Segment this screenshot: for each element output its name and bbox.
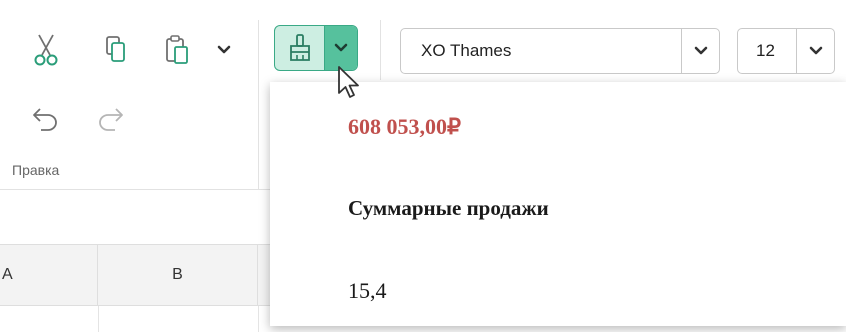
copy-icon xyxy=(106,36,125,62)
paste-options-button[interactable] xyxy=(212,38,236,62)
font-family-value: XO Thames xyxy=(421,41,512,60)
redo-button[interactable] xyxy=(90,98,130,138)
column-header-row: A B xyxy=(0,244,270,306)
cell-gridline xyxy=(98,306,99,332)
column-header-label: A xyxy=(2,266,13,283)
format-painter-dropdown-button[interactable] xyxy=(325,26,357,70)
clipboard-icon xyxy=(166,35,188,64)
undo-icon xyxy=(33,108,57,131)
chevron-down-icon xyxy=(334,43,348,52)
column-header-label: B xyxy=(172,266,183,283)
font-family-select[interactable]: XO Thames xyxy=(400,28,720,74)
copy-button[interactable] xyxy=(96,30,136,70)
column-header-a[interactable]: A xyxy=(0,245,98,305)
chevron-down-icon xyxy=(694,46,707,55)
edit-group: Правка xyxy=(0,0,258,190)
chevron-down-icon xyxy=(217,45,231,54)
toolbar-divider xyxy=(258,20,259,190)
toolbar-bottom-border xyxy=(0,189,270,190)
dropdown-item-currency-style[interactable]: 608 053,00₽ xyxy=(348,114,461,140)
redo-icon xyxy=(99,108,123,131)
paste-button[interactable] xyxy=(158,30,198,70)
scissors-icon xyxy=(34,34,58,66)
column-header-b[interactable]: B xyxy=(98,245,258,305)
font-size-dropdown-button[interactable] xyxy=(796,29,834,73)
paintbrush-icon xyxy=(289,34,310,61)
chevron-down-icon xyxy=(809,46,822,55)
dropdown-item-bold-style[interactable]: Суммарные продажи xyxy=(348,196,549,221)
toolbar-divider xyxy=(380,20,381,80)
edit-group-label: Правка xyxy=(12,162,60,178)
font-size-select[interactable]: 12 xyxy=(737,28,835,74)
format-painter-dropdown: 608 053,00₽ Суммарные продажи 15,4 xyxy=(270,82,846,326)
dropdown-item-regular-style[interactable]: 15,4 xyxy=(348,278,387,304)
font-family-dropdown-button[interactable] xyxy=(681,29,719,73)
undo-button[interactable] xyxy=(26,98,66,138)
cut-button[interactable] xyxy=(26,30,66,70)
font-size-value: 12 xyxy=(756,41,775,60)
mouse-cursor-icon xyxy=(338,66,359,98)
cell-gridline xyxy=(258,306,259,332)
format-painter-button[interactable] xyxy=(275,26,325,70)
